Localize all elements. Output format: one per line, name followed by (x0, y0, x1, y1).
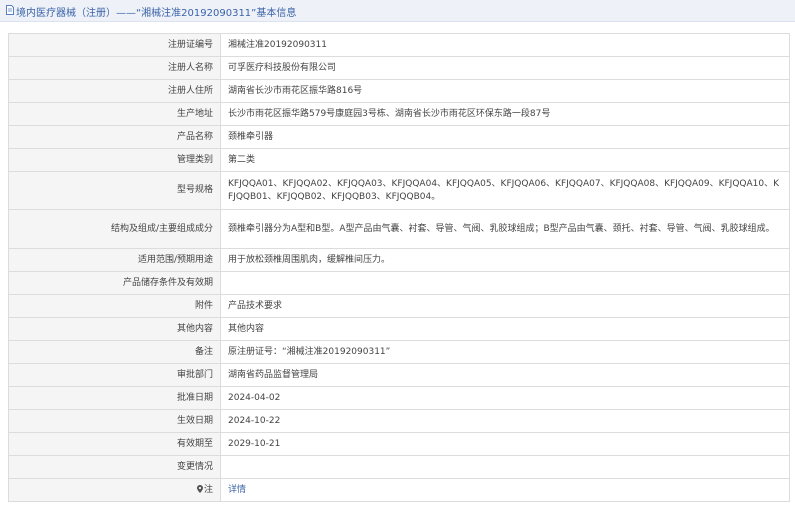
row-value: 颈椎牵引器 (220, 125, 790, 149)
row-label: 适用范围/预期用途 (8, 248, 221, 272)
row-value: 用于放松颈椎周围肌肉，缓解椎间压力。 (220, 248, 790, 272)
row-value: 2029-10-21 (220, 432, 790, 456)
row-value: 2024-04-02 (220, 386, 790, 410)
note-label: 注 (8, 478, 221, 502)
row-label: 产品名称 (8, 125, 221, 149)
row-value: 湖南省长沙市雨花区振华路816号 (220, 79, 790, 103)
row-label: 生产地址 (8, 102, 221, 126)
row-label: 附件 (8, 294, 221, 318)
table-row: 其他内容 其他内容 (8, 317, 790, 341)
table-row: 注册人住所 湖南省长沙市雨花区振华路816号 (8, 79, 790, 103)
table-row: 型号规格 KFJQQA01、KFJQQA02、KFJQQA03、KFJQQA04… (8, 171, 790, 210)
page-header: 境内医疗器械（注册）——“湘械注准20192090311”基本信息 (0, 0, 795, 22)
table-row: 备注 原注册证号：“湘械注准20192090311” (8, 340, 790, 364)
table-row: 附件 产品技术要求 (8, 294, 790, 318)
table-row: 适用范围/预期用途 用于放松颈椎周围肌肉，缓解椎间压力。 (8, 248, 790, 272)
table-row: 注册人名称 可孚医疗科技股份有限公司 (8, 56, 790, 80)
table-row: 审批部门 湖南省药品监督管理局 (8, 363, 790, 387)
row-value: 产品技术要求 (220, 294, 790, 318)
document-icon (6, 5, 14, 15)
table-row: 产品储存条件及有效期 (8, 271, 790, 295)
row-label: 备注 (8, 340, 221, 364)
row-value: 可孚医疗科技股份有限公司 (220, 56, 790, 80)
row-value: 详情 (220, 478, 790, 502)
table-row: 变更情况 (8, 455, 790, 479)
table-row: 生效日期 2024-10-22 (8, 409, 790, 433)
row-value (220, 455, 790, 479)
row-value: 湘械注准20192090311 (220, 33, 790, 57)
row-label: 有效期至 (8, 432, 221, 456)
row-value (220, 271, 790, 295)
row-value: 其他内容 (220, 317, 790, 341)
row-label: 注册证编号 (8, 33, 221, 57)
table-row: 生产地址 长沙市雨花区振华路579号康庭园3号栋、湖南省长沙市雨花区环保东路一段… (8, 102, 790, 126)
row-value: 长沙市雨花区振华路579号康庭园3号栋、湖南省长沙市雨花区环保东路一段87号 (220, 102, 790, 126)
row-label: 结构及组成/主要组成成分 (8, 209, 221, 249)
table-row: 产品名称 颈椎牵引器 (8, 125, 790, 149)
map-pin-icon (196, 484, 203, 493)
row-label: 型号规格 (8, 171, 221, 210)
table-row: 有效期至 2029-10-21 (8, 432, 790, 456)
row-value: 原注册证号：“湘械注准20192090311” (220, 340, 790, 364)
table-row: 批准日期 2024-04-02 (8, 386, 790, 410)
row-label: 管理类别 (8, 148, 221, 172)
row-label: 其他内容 (8, 317, 221, 341)
row-label: 生效日期 (8, 409, 221, 433)
page-title: 境内医疗器械（注册）——“湘械注准20192090311”基本信息 (16, 8, 297, 19)
row-label: 变更情况 (8, 455, 221, 479)
row-value: KFJQQA01、KFJQQA02、KFJQQA03、KFJQQA04、KFJQ… (220, 171, 790, 210)
row-value: 第二类 (220, 148, 790, 172)
row-value: 颈椎牵引器分为A型和B型。A型产品由气囊、衬套、导管、气阀、乳胶球组成；B型产品… (220, 209, 790, 249)
table-row: 注册证编号 湘械注准20192090311 (8, 33, 790, 57)
row-value: 2024-10-22 (220, 409, 790, 433)
table-row: 结构及组成/主要组成成分 颈椎牵引器分为A型和B型。A型产品由气囊、衬套、导管、… (8, 209, 790, 249)
detail-link[interactable]: 详情 (228, 485, 246, 495)
row-label: 注册人住所 (8, 79, 221, 103)
row-label: 审批部门 (8, 363, 221, 387)
row-label: 批准日期 (8, 386, 221, 410)
row-label: 注册人名称 (8, 56, 221, 80)
registration-info-table: 注册证编号 湘械注准20192090311 注册人名称 可孚医疗科技股份有限公司… (8, 33, 790, 502)
row-label: 产品储存条件及有效期 (8, 271, 221, 295)
table-row: 管理类别 第二类 (8, 148, 790, 172)
row-label: 注 (203, 484, 213, 495)
row-value: 湖南省药品监督管理局 (220, 363, 790, 387)
table-row: 注 详情 (8, 478, 790, 502)
